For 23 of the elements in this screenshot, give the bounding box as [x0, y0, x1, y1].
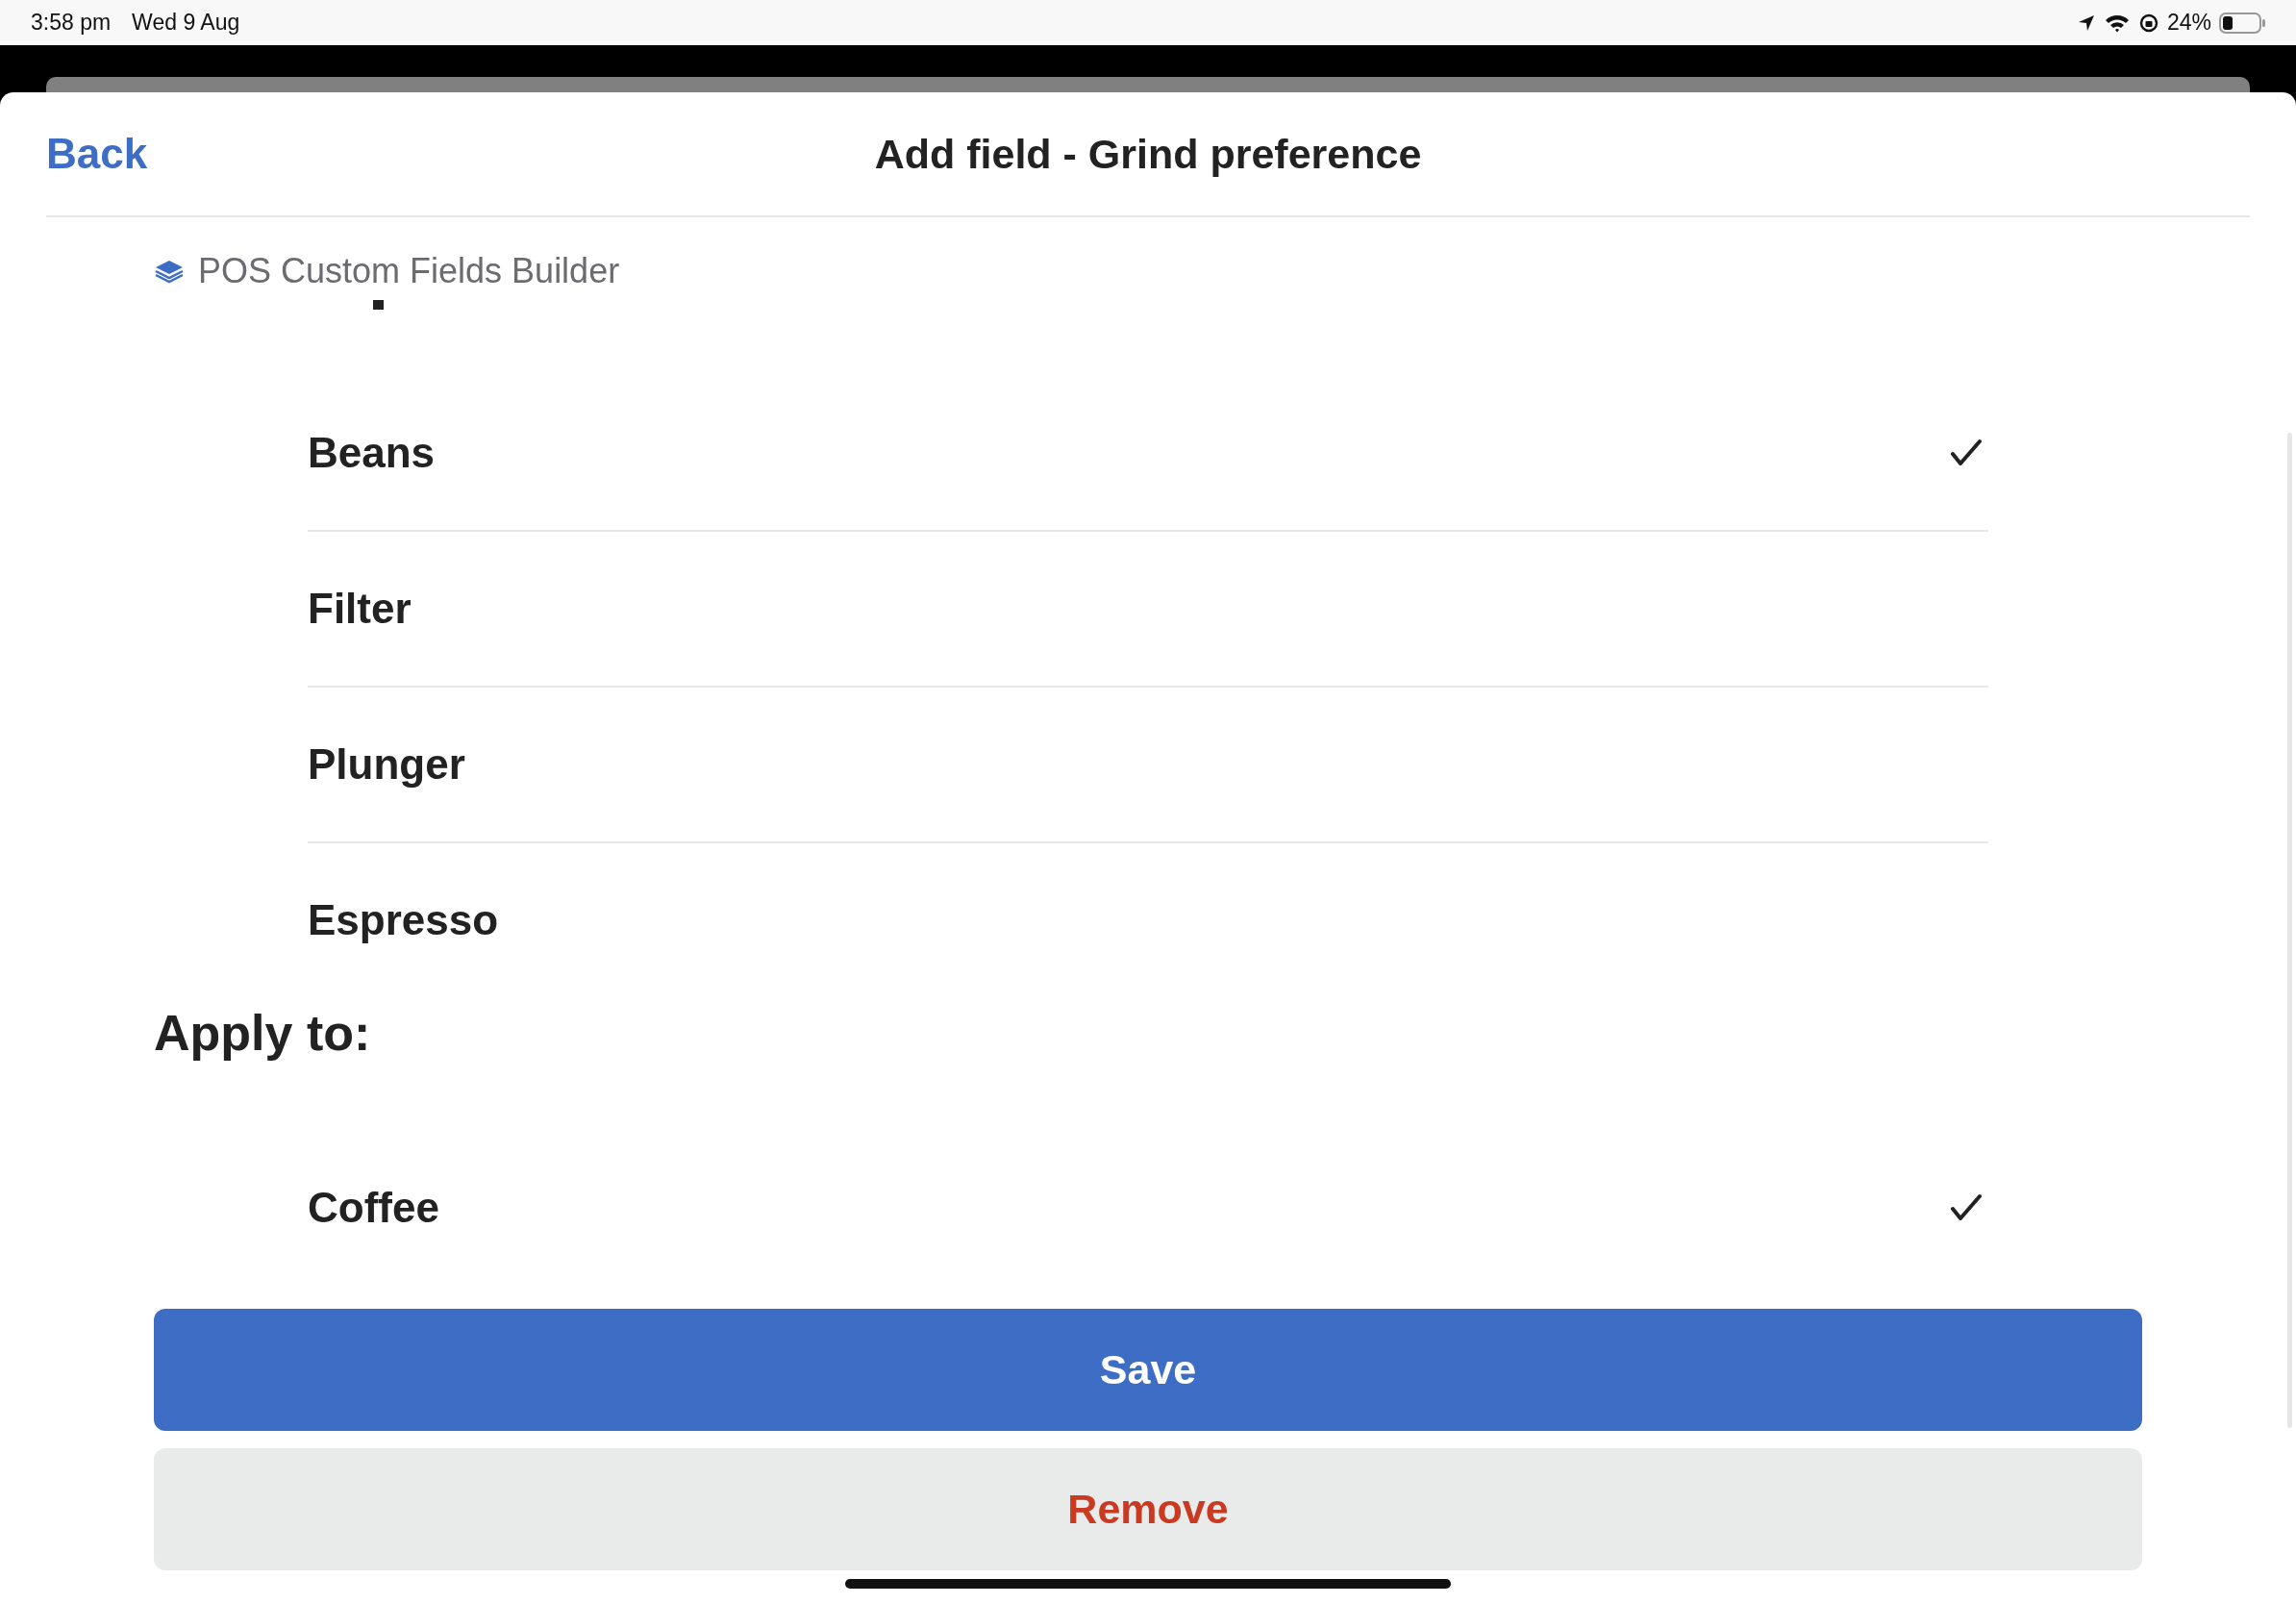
battery-percent: 24%	[2166, 10, 2211, 36]
option-row[interactable]: Beans	[308, 376, 1988, 532]
battery-icon	[2219, 11, 2267, 35]
status-date: Wed 9 Aug	[132, 10, 240, 36]
apply-row[interactable]: Coffee	[308, 1131, 1988, 1285]
option-row[interactable]: Filter	[308, 532, 1988, 688]
app-name: POS Custom Fields Builder	[198, 251, 620, 291]
option-label: Filter	[308, 585, 412, 633]
rotation-lock-icon	[2137, 12, 2159, 34]
back-link[interactable]: Back	[46, 130, 148, 178]
option-row[interactable]: Espresso	[308, 843, 1988, 997]
section-heading: Apply to:	[154, 1004, 372, 1063]
remove-button[interactable]: Remove	[154, 1448, 2142, 1570]
apply-label: Coffee	[308, 1184, 439, 1232]
square-mark	[373, 300, 384, 310]
option-row[interactable]: Plunger	[308, 688, 1988, 843]
page-title: Add field - Grind preference	[874, 130, 1422, 178]
save-button[interactable]: Save	[154, 1309, 2142, 1431]
option-label: Espresso	[308, 896, 499, 944]
status-time: 3:58 pm	[31, 10, 112, 36]
option-label: Beans	[308, 429, 436, 477]
layers-icon	[154, 259, 185, 284]
option-label: Plunger	[308, 740, 465, 789]
